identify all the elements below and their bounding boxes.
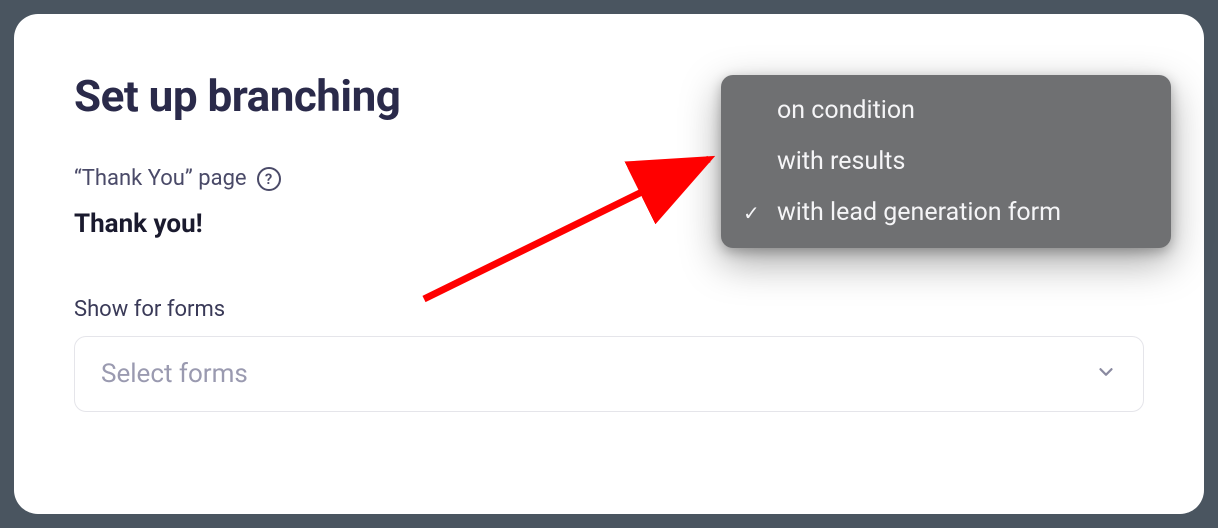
select-forms-placeholder: Select forms xyxy=(101,359,248,389)
page-label: “Thank You” page xyxy=(74,166,247,191)
options-dropdown-menu: on condition with results ✓ with lead ge… xyxy=(721,75,1171,248)
help-icon[interactable]: ? xyxy=(257,167,281,191)
select-forms-dropdown[interactable]: Select forms xyxy=(74,336,1144,412)
dropdown-item-with-results[interactable]: with results xyxy=(721,136,1171,187)
dropdown-item-with-lead-generation-form[interactable]: ✓ with lead generation form xyxy=(721,187,1171,238)
dropdown-item-label: with lead generation form xyxy=(777,198,1061,227)
show-for-forms-label: Show for forms xyxy=(74,297,1144,322)
check-icon: ✓ xyxy=(743,199,760,227)
dropdown-item-on-condition[interactable]: on condition xyxy=(721,85,1171,136)
dropdown-item-label: with results xyxy=(777,147,905,176)
branching-panel: Set up branching “Thank You” page ? Than… xyxy=(14,14,1204,514)
dropdown-item-label: on condition xyxy=(777,96,915,125)
chevron-down-icon xyxy=(1095,361,1117,387)
